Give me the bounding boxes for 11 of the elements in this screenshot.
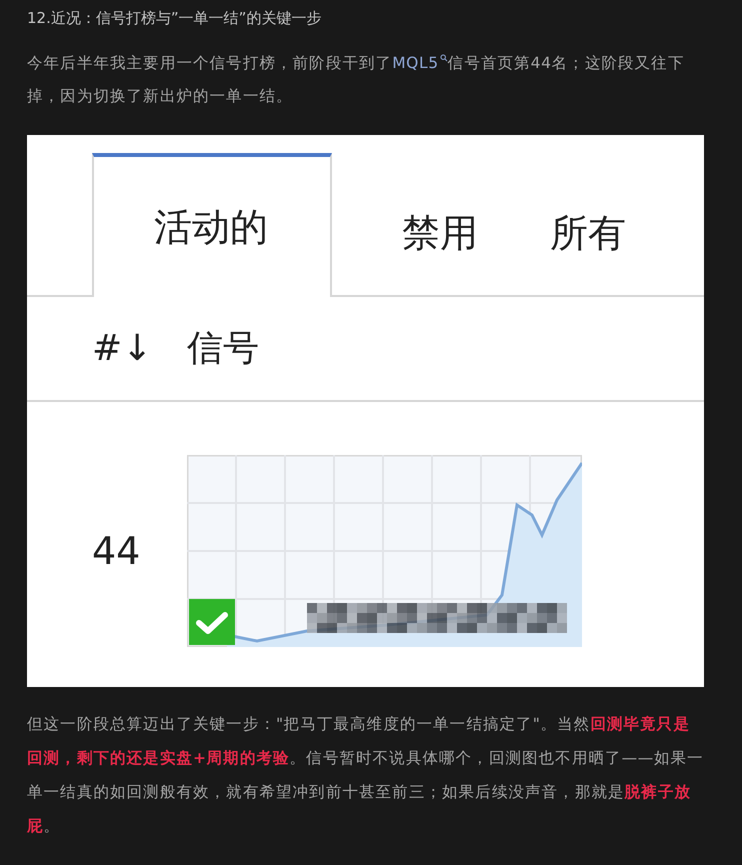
tab[interactable]: 禁用 — [402, 171, 550, 295]
tab[interactable]: 所有 — [550, 171, 698, 295]
paragraph: 但这一阶段总算迈出了关键一步："把马丁最高维度的一单一结搞定了"。当然回测毕竟只是回测，剩下的还是实盘+周期的考验。信号暂时不说具体哪个，回测图也不用晒了——如果一单一结真的如回测般有效，就有希望冲到前十甚至前三；如果后续没声音，那就是脱裤子放屁。 — [27, 714, 704, 837]
mql5-link[interactable]: MQL5 — [392, 54, 448, 72]
search-icon — [440, 54, 448, 62]
tab[interactable]: 活动的 — [92, 153, 332, 297]
paragraph: 今年后半年我主要用一个信号打榜，前阶段干到了 MQL5 信号首页第44名；这阶段又往下掉，因为切换了新出炉的一单一结。 — [27, 52, 686, 107]
column-header: 信号 — [187, 327, 259, 371]
column-header: #↓ — [92, 328, 154, 369]
section-heading: 12.近况：信号打榜与”一单一结”的关键一步 — [27, 8, 322, 29]
rank-cell-text: 44 — [92, 528, 142, 572]
